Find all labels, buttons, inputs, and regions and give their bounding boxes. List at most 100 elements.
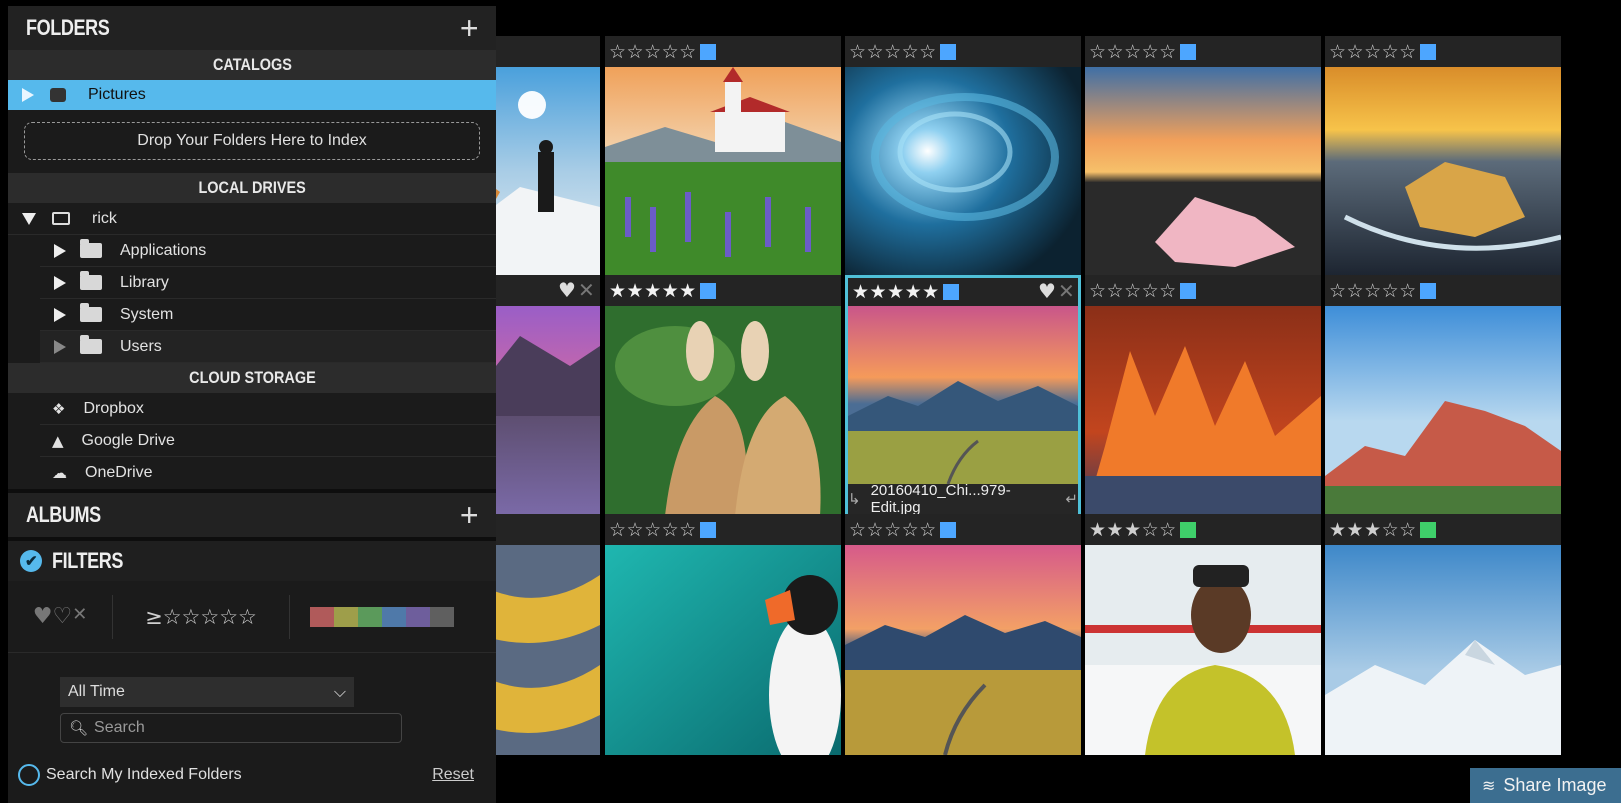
star-rating[interactable]: ☆☆☆☆☆ xyxy=(1089,41,1177,63)
color-label[interactable] xyxy=(699,282,716,299)
color-swatch-yellow[interactable] xyxy=(334,606,358,627)
share-image-button[interactable]: ≋ Share Image xyxy=(1470,768,1621,803)
color-label[interactable] xyxy=(1419,521,1436,538)
color-label[interactable] xyxy=(1419,282,1436,299)
rotate-right-icon[interactable]: ↵ xyxy=(1065,490,1078,508)
reset-link[interactable]: Reset xyxy=(432,766,474,784)
star-rating[interactable]: ★★★☆☆ xyxy=(1329,519,1417,541)
drop-folders-zone[interactable]: Drop Your Folders Here to Index xyxy=(24,122,480,160)
photo-thumbnail[interactable] xyxy=(1325,306,1561,516)
color-label[interactable] xyxy=(1179,282,1196,299)
drop-zone-label: Drop Your Folders Here to Index xyxy=(137,132,367,149)
add-folder-button[interactable]: + xyxy=(460,12,479,44)
filters-toggle-check-icon[interactable]: ✔ xyxy=(20,550,42,572)
star-rating[interactable]: ☆☆☆☆☆ xyxy=(849,519,937,541)
expand-arrow-icon[interactable] xyxy=(54,307,66,322)
reject-x-icon[interactable]: ✕ xyxy=(578,278,595,302)
folder-item-applications[interactable]: Applications xyxy=(40,235,496,267)
color-swatch-blue[interactable] xyxy=(382,606,406,627)
rating-filter[interactable]: ≥☆☆☆☆☆ xyxy=(113,605,289,629)
star-rating[interactable]: ☆☆☆☆☆ xyxy=(1329,280,1417,302)
folder-icon xyxy=(80,303,102,322)
rating-bar: ☆☆☆☆☆ xyxy=(845,36,1081,67)
star-rating[interactable]: ☆☆☆☆☆ xyxy=(609,41,697,63)
color-label-filter xyxy=(310,606,454,627)
drive-label: rick xyxy=(92,209,117,227)
star-rating[interactable]: ★★★★★ xyxy=(609,280,697,302)
color-swatch-red[interactable] xyxy=(310,606,334,627)
collapse-arrow-icon[interactable] xyxy=(22,212,36,225)
expand-arrow-icon[interactable] xyxy=(22,88,34,102)
photo-thumbnail[interactable] xyxy=(1085,67,1321,277)
cloud-item-google-drive[interactable]: ▲ Google Drive xyxy=(40,425,496,457)
photo-thumbnail[interactable] xyxy=(605,67,841,277)
color-label[interactable] xyxy=(939,521,956,538)
search-input[interactable]: 🔍︎ Search xyxy=(60,713,402,743)
photo-thumbnail[interactable] xyxy=(605,545,841,755)
color-label[interactable] xyxy=(939,43,956,60)
star-rating[interactable]: ★★★☆☆ xyxy=(1089,519,1177,541)
add-album-button[interactable]: + xyxy=(460,499,479,531)
heart-outline-icon[interactable]: ♡ xyxy=(52,604,72,629)
search-icon: 🔍︎ xyxy=(69,719,89,737)
color-label[interactable] xyxy=(1179,43,1196,60)
folder-label: Library xyxy=(120,273,169,291)
photo-thumbnail[interactable] xyxy=(480,67,600,277)
reject-x-icon[interactable]: ✕ xyxy=(1058,279,1075,303)
photo-thumbnail[interactable] xyxy=(848,306,1078,484)
color-label[interactable] xyxy=(699,521,716,538)
folder-label: Applications xyxy=(120,241,207,259)
cloud-item-onedrive[interactable]: ☁ OneDrive xyxy=(40,457,496,489)
heart-icon[interactable]: ♥ xyxy=(1038,279,1056,303)
rating-bar: ☆☆☆☆☆ xyxy=(1325,275,1561,306)
photo-thumbnail[interactable] xyxy=(605,306,841,516)
color-swatch-gray[interactable] xyxy=(430,606,454,627)
photo-thumbnail[interactable] xyxy=(480,306,600,516)
reject-x-icon[interactable]: ✕ xyxy=(72,604,87,629)
expand-arrow-icon[interactable] xyxy=(54,243,66,258)
color-label[interactable] xyxy=(699,43,716,60)
indexed-radio[interactable] xyxy=(18,764,40,786)
star-rating[interactable]: ☆☆☆☆☆ xyxy=(1329,41,1417,63)
expand-arrow-icon[interactable] xyxy=(54,339,66,354)
expand-arrow-icon[interactable] xyxy=(54,275,66,290)
cloud-label: OneDrive xyxy=(85,464,153,481)
folder-item-system[interactable]: System xyxy=(40,299,496,331)
folder-item-users[interactable]: Users xyxy=(40,331,496,363)
photo-thumbnail[interactable] xyxy=(480,545,600,755)
folder-icon xyxy=(80,335,102,354)
cloud-item-dropbox[interactable]: ❖ Dropbox xyxy=(40,393,496,425)
photo-thumbnail[interactable] xyxy=(845,545,1081,755)
heart-filled-icon[interactable]: ♥ xyxy=(33,604,53,629)
rotate-left-icon[interactable]: ↳ xyxy=(848,490,861,508)
drive-item-rick[interactable]: rick xyxy=(8,203,496,235)
google-drive-icon: ▲ xyxy=(52,431,64,450)
rating-bar: ☆☆☆☆☆ xyxy=(1325,36,1561,67)
folder-item-library[interactable]: Library xyxy=(40,267,496,299)
rating-bar: ☆☆☆☆☆ xyxy=(605,514,841,545)
time-range-select[interactable]: All Time ⌵ xyxy=(60,677,354,707)
rating-bar: ★★★☆☆ xyxy=(1085,514,1321,545)
catalog-item-pictures[interactable]: Pictures xyxy=(8,80,496,110)
local-drives-header: LOCAL DRIVES xyxy=(8,173,496,203)
color-label[interactable] xyxy=(1179,521,1196,538)
photo-thumbnail[interactable] xyxy=(845,67,1081,277)
filename-caption: ↳ 20160410_Chi...979-Edit.jpg ↵ xyxy=(848,482,1078,516)
star-rating[interactable]: ☆☆☆☆☆ xyxy=(609,519,697,541)
star-rating[interactable]: ★★★★★ xyxy=(852,281,940,303)
color-swatch-purple[interactable] xyxy=(406,606,430,627)
photo-thumbnail[interactable] xyxy=(1085,545,1321,755)
star-rating[interactable]: ☆☆☆☆☆ xyxy=(849,41,937,63)
side-panel: FOLDERS + CATALOGS Pictures Drop Your Fo… xyxy=(8,6,496,803)
color-label[interactable] xyxy=(942,284,959,300)
photo-thumbnail[interactable] xyxy=(1325,67,1561,277)
photo-thumbnail[interactable] xyxy=(1325,545,1561,755)
cloud-storage-header: CLOUD STORAGE xyxy=(8,363,496,393)
rating-bar: ☆☆☆☆☆ xyxy=(1085,36,1321,67)
color-label[interactable] xyxy=(1419,43,1436,60)
color-swatch-green[interactable] xyxy=(358,606,382,627)
filters-title: FILTERS xyxy=(52,548,123,573)
photo-thumbnail[interactable] xyxy=(1085,306,1321,516)
heart-icon[interactable]: ♥ xyxy=(558,278,576,302)
star-rating[interactable]: ☆☆☆☆☆ xyxy=(1089,280,1177,302)
